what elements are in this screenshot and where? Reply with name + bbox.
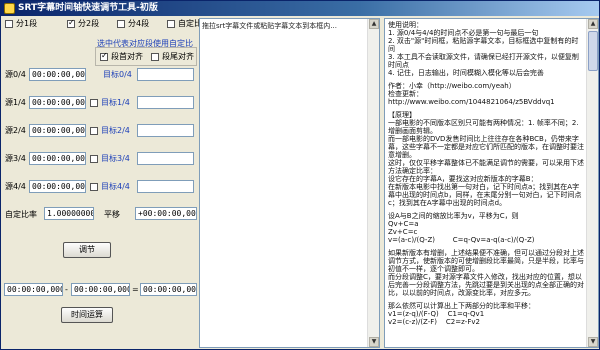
target-time-2[interactable] <box>137 124 194 137</box>
source-label-0: 源0/4 <box>5 70 26 79</box>
adjust-button[interactable]: 调节 <box>63 242 111 258</box>
target-label-0: 目标0/4 <box>103 70 132 79</box>
calc-result[interactable]: 00:00:00,000 <box>140 283 197 296</box>
help-line: Qv+C=a <box>388 220 419 228</box>
help-line: 设它存在的字幕A，要找这对应新版本的字幕B： <box>388 175 538 183</box>
help-line: v1=(z-q)/(F-Q) C1=q-Qv1 <box>388 310 485 318</box>
help-line: 检查更新： <box>388 90 423 98</box>
srt-scrollbar[interactable]: ▲ ▼ <box>367 19 379 347</box>
help-line: http://www.weibo.com/1044821064/z5BVddvq… <box>388 98 555 106</box>
help-scrollbar[interactable]: ▲ ▼ <box>586 19 598 347</box>
source-time-0[interactable]: 00:00:00,000 <box>29 68 86 81</box>
help-line: 一部电影的不同版本区别只可能有两种情况：1. 帧率不同；2. 增删画面剪辑。 <box>388 119 581 135</box>
segment-4-checkbox[interactable] <box>117 20 125 28</box>
scroll-up-icon[interactable]: ▲ <box>369 19 379 29</box>
help-line: 而分段调整C，要对源字幕文件入修改，找出对应的位置，想以后完善一分段调整方法，先… <box>388 273 584 297</box>
help-line: 作者：小幸（http://weibo.com/yeah） <box>388 82 516 90</box>
target-label-3: 目标3/4 <box>101 154 130 163</box>
help-line: 2. 双击"源"时间框，粘贴源字幕文本，目标框选中复制有的时间 <box>388 37 579 53</box>
help-line: 如果新版本有增删，上述结果便不准确，但可以通过分段对上述调节方式，使新版本的可使… <box>388 249 584 273</box>
calc-operand-b[interactable]: 00:00:00,000 <box>71 283 130 296</box>
target-label-2: 目标2/4 <box>101 126 130 135</box>
segment-2-checkbox[interactable] <box>67 18 75 28</box>
source-time-1[interactable]: 00:00:00,000 <box>29 96 86 109</box>
help-scroll-down-icon[interactable]: ▼ <box>588 337 598 347</box>
target-label-4: 目标4/4 <box>101 182 130 191</box>
minus-sign: - <box>65 285 68 294</box>
help-line: v=(a-c)/(Q-Z) C=q-Qv=a-q(a-c)/(Q-Z) <box>388 236 535 244</box>
segment-ratio-checkbox-1[interactable] <box>90 99 98 107</box>
help-line: 使用说明： <box>388 21 423 29</box>
title-bar[interactable]: SRT字幕时间轴快速调节工具-初版 <box>1 1 599 16</box>
source-time-2[interactable]: 00:00:00,000 <box>29 124 86 137</box>
help-line: 在新版本电影中找出第一句对白，记下时间点a；找到其在A字幕中出现的时间点b，同样… <box>388 183 582 207</box>
srt-input-placeholder: 拖拉srt字幕文件或粘贴字幕文本到本框内... <box>202 22 337 30</box>
help-text: 使用说明： 1. 源0/4与4/4的时间点不必是第一句与最后一句 2. 双击"源"时… <box>388 21 584 326</box>
segment-ratio-checkbox-4[interactable] <box>90 183 98 191</box>
help-line: 设A与B之间的缩放比率为v，平移为C，则 <box>388 212 519 220</box>
srt-input-area[interactable]: 拖拉srt字幕文件或粘贴字幕文本到本框内... ▲ ▼ <box>199 18 380 348</box>
source-label-1: 源1/4 <box>5 98 26 107</box>
scroll-down-icon[interactable]: ▼ <box>369 337 379 347</box>
help-line: Zv+C=c <box>388 228 418 236</box>
segment-2-label: 分2段 <box>78 19 100 28</box>
time-calc-button[interactable]: 时间运算 <box>61 307 113 323</box>
help-line: 【原理】 <box>388 111 416 119</box>
target-time-3[interactable] <box>137 152 194 165</box>
segment-ratio-checkbox-3[interactable] <box>90 155 98 163</box>
align-last-checkbox[interactable] <box>151 53 159 61</box>
help-line: v2=(c-z)/(Z-F) C2=z-Fv2 <box>388 318 480 326</box>
align-last-label: 段尾对齐 <box>162 52 194 61</box>
target-time-0[interactable] <box>137 68 194 81</box>
custom-ratio-checkbox[interactable] <box>167 20 175 28</box>
help-scroll-up-icon[interactable]: ▲ <box>588 19 598 29</box>
target-time-4[interactable] <box>137 180 194 193</box>
ratio-label: 自定比率 <box>5 210 37 219</box>
app-icon <box>4 3 15 14</box>
target-label-1: 目标1/4 <box>101 98 130 107</box>
source-label-4: 源4/4 <box>5 182 26 191</box>
ratio-input[interactable]: 1.00000000 <box>44 207 94 220</box>
help-line: 那么依然可以计算出上下两部分的比率和平移： <box>388 302 535 310</box>
shift-input[interactable]: +00:00:00,000 <box>135 207 197 220</box>
app-window: SRT字幕时间轴快速调节工具-初版 分1段 分2段 分4段 自定比 选中代表对应… <box>0 0 600 350</box>
calc-operand-a[interactable]: 00:00:00,000 <box>4 283 63 296</box>
segment-ratio-checkbox-2[interactable] <box>90 127 98 135</box>
segment-options: 分1段 分2段 分4段 自定比 <box>5 18 205 31</box>
help-line: 4. 记住，日志输出，时间模糊入模化等以后会完善 <box>388 69 544 77</box>
help-line: 而一部电影的DVD发售时间比上往往存在各种BCB，仍带来字幕，这些字幕不一定都是… <box>388 135 584 159</box>
source-label-3: 源3/4 <box>5 154 26 163</box>
segment-4-label: 分4段 <box>128 19 150 28</box>
help-scroll-thumb[interactable] <box>588 31 598 71</box>
source-time-3[interactable]: 00:00:00,000 <box>29 152 86 165</box>
source-label-2: 源2/4 <box>5 126 26 135</box>
equals-sign: = <box>132 285 139 294</box>
shift-label: 平移 <box>104 210 120 219</box>
help-panel: 使用说明： 1. 源0/4与4/4的时间点不必是第一句与最后一句 2. 双击"源"时… <box>384 18 599 348</box>
help-line: 1. 源0/4与4/4的时间点不必是第一句与最后一句 <box>388 29 539 37</box>
window-title: SRT字幕时间轴快速调节工具-初版 <box>18 3 158 13</box>
segment-1-label: 分1段 <box>16 19 38 28</box>
help-line: 这时，仅仅平移字幕整体已不能满足调节的需要，可以采用下述方法确定比率： <box>388 159 584 175</box>
align-first-label: 段首对齐 <box>111 52 143 61</box>
help-line: 3. 本工具不会读取源文件，请确保已经打开源文件，以便复制时间点 <box>388 53 579 69</box>
align-first-checkbox[interactable] <box>100 51 108 61</box>
source-time-4[interactable]: 00:00:00,000 <box>29 180 86 193</box>
segment-1-checkbox[interactable] <box>5 20 13 28</box>
target-time-1[interactable] <box>137 96 194 109</box>
